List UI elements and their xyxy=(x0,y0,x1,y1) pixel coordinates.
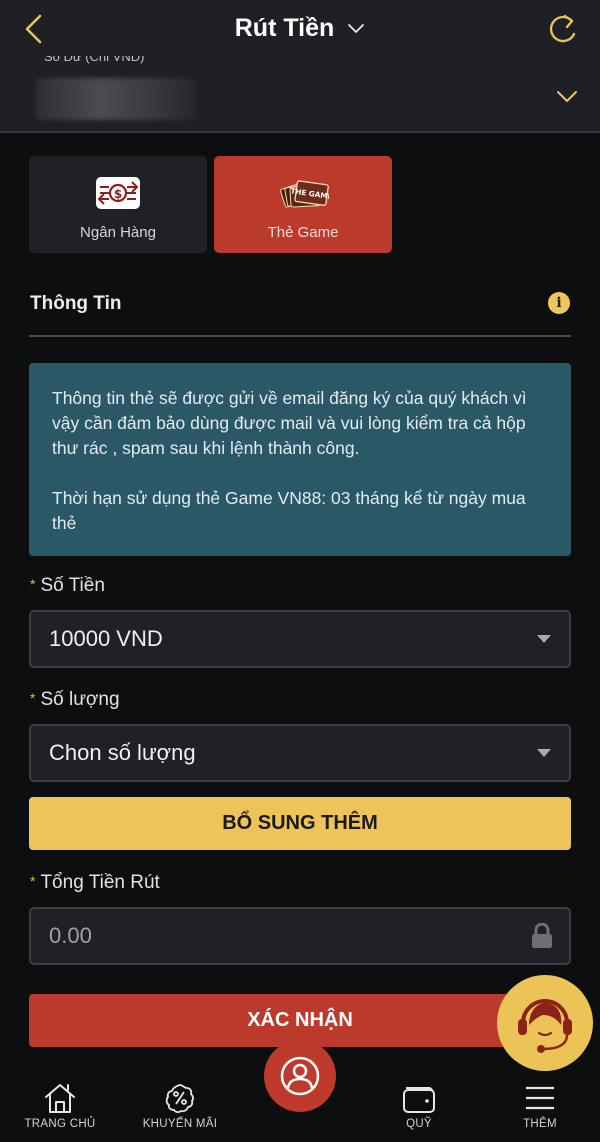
customer-support-button[interactable] xyxy=(497,975,593,1071)
refresh-icon[interactable] xyxy=(548,12,578,46)
home-icon xyxy=(45,1084,75,1113)
divider xyxy=(29,335,571,337)
balance-label: Số Dư (Chỉ VND) xyxy=(44,56,145,64)
required-mark: * xyxy=(30,576,36,592)
withdraw-method-tabs: $ Ngân Hàng THE GAME Thẻ Game xyxy=(29,156,392,253)
caret-down-icon xyxy=(537,749,551,757)
chevron-down-icon xyxy=(348,24,365,34)
quantity-label: * Số lượng xyxy=(30,689,120,710)
amount-value: 10000 VND xyxy=(49,626,163,651)
promotion-icon xyxy=(165,1084,194,1113)
caret-down-icon xyxy=(537,635,551,643)
amount-label: * Số Tiền xyxy=(30,575,105,596)
method-tab-game-card[interactable]: THE GAME Thẻ Game xyxy=(214,156,392,253)
required-mark: * xyxy=(30,690,36,706)
nav-home[interactable]: TRANG CHỦ xyxy=(5,1082,115,1130)
quantity-select[interactable]: Chon số lượng xyxy=(29,724,571,782)
game-card-icon: THE GAME xyxy=(280,180,329,208)
menu-icon xyxy=(526,1086,554,1110)
amount-select[interactable]: 10000 VND xyxy=(29,610,571,668)
nav-promotions[interactable]: KHUYẾN MÃI xyxy=(125,1082,235,1130)
nav-account[interactable] xyxy=(264,1040,336,1112)
page-title: Rút Tiền xyxy=(234,14,335,42)
chevron-down-icon[interactable] xyxy=(556,90,578,104)
section-title: Thông Tin xyxy=(30,293,122,314)
total-amount-value: 0.00 xyxy=(49,923,92,948)
nav-more[interactable]: THÊM xyxy=(485,1082,595,1130)
method-label: Thẻ Game xyxy=(267,224,339,241)
add-more-button[interactable]: BỔ SUNG THÊM xyxy=(29,797,571,850)
customer-support-icon xyxy=(518,999,572,1053)
quantity-placeholder: Chon số lượng xyxy=(49,740,196,765)
lock-icon xyxy=(532,923,552,948)
total-amount-field: 0.00 xyxy=(29,907,571,965)
notice-paragraph: Thông tin thẻ sẽ được gửi về email đăng … xyxy=(52,388,527,458)
wallet-icon xyxy=(403,1087,435,1113)
header: Rút Tiền Số Dư (Chỉ VND) ●●● xyxy=(0,0,600,133)
account-icon xyxy=(280,1056,320,1096)
total-label: * Tổng Tiền Rút xyxy=(30,872,160,893)
nav-wallet[interactable]: QUỸ xyxy=(364,1082,474,1130)
bank-transfer-icon: $ xyxy=(96,177,140,209)
required-mark: * xyxy=(30,873,36,889)
method-tab-bank[interactable]: $ Ngân Hàng xyxy=(29,156,207,253)
method-label: Ngân Hàng xyxy=(80,224,156,241)
svg-text:$: $ xyxy=(114,187,122,201)
balance-value-blurred xyxy=(36,78,196,120)
notice-box: Thông tin thẻ sẽ được gửi về email đăng … xyxy=(29,363,571,556)
info-icon[interactable]: i xyxy=(548,292,570,314)
page-title-dropdown[interactable]: Rút Tiền xyxy=(0,14,600,43)
notice-paragraph: Thời hạn sử dụng thẻ Game VN88: 03 tháng… xyxy=(52,488,526,533)
